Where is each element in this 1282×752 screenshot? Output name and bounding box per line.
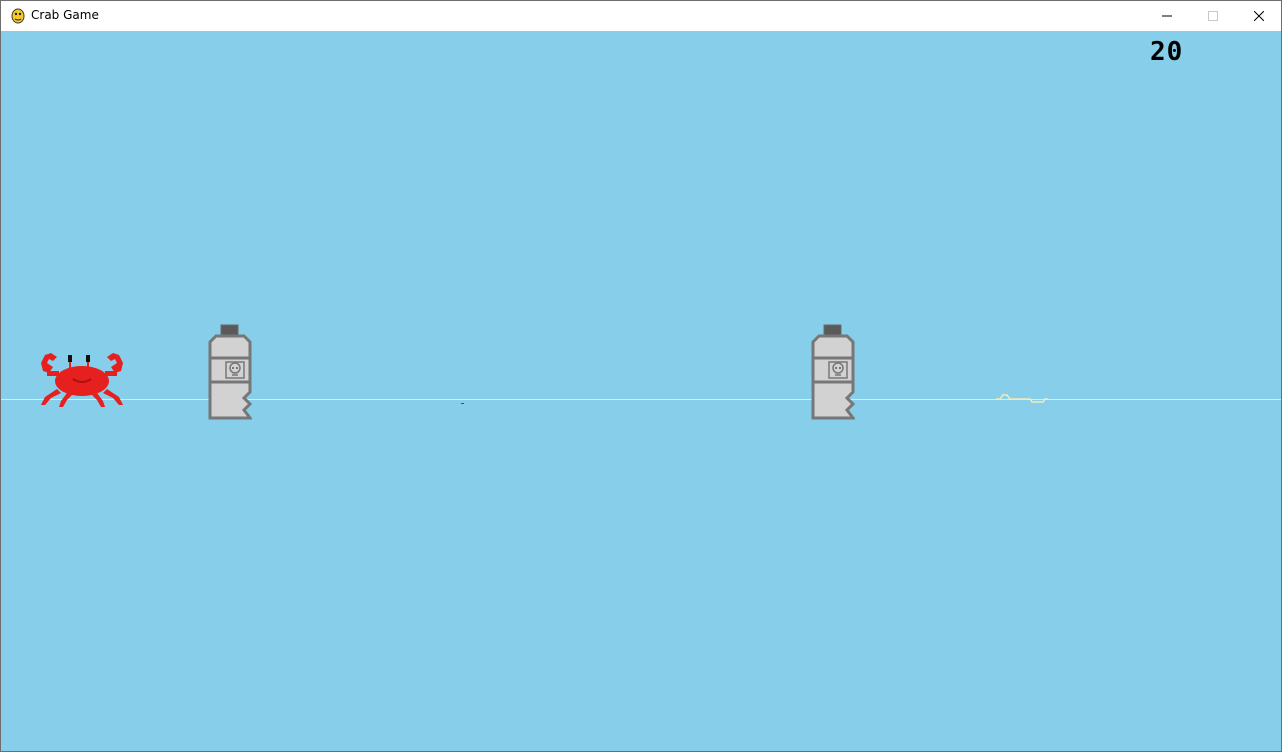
ground-bump <box>996 394 1048 403</box>
ground-line <box>1 399 1281 400</box>
app-icon <box>10 7 26 25</box>
game-window: Crab Game 20 <box>0 0 1282 752</box>
debris-speck <box>461 403 464 404</box>
title-bar[interactable]: Crab Game <box>1 1 1281 31</box>
game-canvas[interactable]: 20 <box>1 31 1281 751</box>
minimize-button[interactable] <box>1144 1 1190 31</box>
skull-icon <box>225 361 245 379</box>
poison-bottle-obstacle <box>208 324 252 420</box>
close-button[interactable] <box>1236 1 1281 31</box>
skull-icon <box>828 361 848 379</box>
maximize-button[interactable] <box>1190 1 1236 31</box>
score-display: 20 <box>1150 37 1184 67</box>
crab-player <box>41 353 123 407</box>
poison-bottle-obstacle <box>811 324 855 420</box>
window-title: Crab Game <box>31 8 99 22</box>
